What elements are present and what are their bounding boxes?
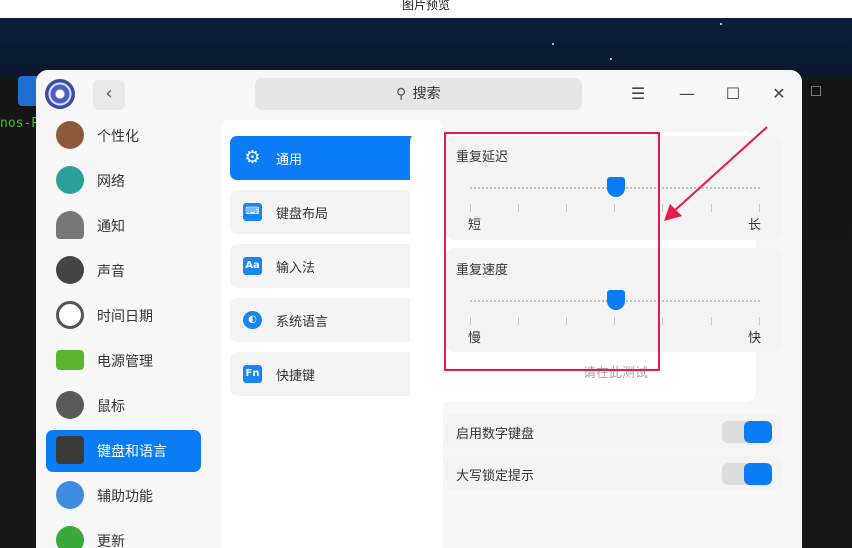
- sidebar-item-label: 电源管理: [97, 354, 153, 370]
- submenu-item-label: 键盘布局: [276, 207, 329, 222]
- annotation-highlight-box: [444, 132, 660, 371]
- numlock-row: 启用数字键盘: [446, 414, 782, 448]
- sidebar-item-label: 通知: [97, 219, 125, 235]
- capslock-toggle[interactable]: [722, 463, 772, 485]
- viewer-title: 图片预览: [0, 0, 852, 18]
- menu-button[interactable]: ☰: [627, 83, 649, 105]
- submenu-item-shortcuts[interactable]: Fn 快捷键: [230, 352, 425, 396]
- mouse-icon: [56, 391, 84, 419]
- network-icon: [56, 166, 84, 194]
- slider-tick: [759, 204, 760, 212]
- submenu-item-label: 快捷键: [276, 369, 316, 384]
- slider-tick: [711, 204, 712, 212]
- sidebar-item-label: 键盘和语言: [97, 444, 167, 460]
- keyboard-icon: [56, 436, 84, 464]
- submenu-item-system-language[interactable]: ◐ 系统语言: [230, 298, 425, 342]
- search-placeholder: 搜索: [412, 86, 441, 102]
- shortcut-icon: Fn: [243, 365, 262, 383]
- sidebar-item-label: 声音: [97, 264, 125, 280]
- slider-tick: [662, 204, 663, 212]
- sidebar-item-accessibility[interactable]: 辅助功能: [46, 475, 201, 517]
- submenu-item-general[interactable]: ⚙ 通用: [230, 136, 425, 180]
- numlock-label: 启用数字键盘: [456, 427, 535, 442]
- slider-tick: [662, 317, 663, 325]
- sidebar-item-sound[interactable]: 声音: [46, 250, 201, 292]
- search-input[interactable]: ⚲ 搜索: [255, 78, 582, 110]
- back-button[interactable]: ‹: [93, 80, 125, 110]
- bell-icon: [56, 211, 84, 239]
- input-method-icon: Aa: [243, 257, 262, 275]
- palette-icon: [56, 121, 84, 149]
- repeat-delay-max-label: 长: [748, 218, 762, 233]
- control-center-app-icon: [45, 79, 75, 109]
- accessibility-icon: [56, 481, 84, 509]
- update-icon: [56, 526, 84, 548]
- gear-icon: ⚙: [244, 147, 261, 168]
- sidebar-item-update[interactable]: 更新: [46, 520, 201, 548]
- slider-tick: [759, 317, 760, 325]
- sidebar-item-label: 时间日期: [97, 309, 153, 325]
- slider-tick: [711, 317, 712, 325]
- sidebar-item-label: 鼠标: [97, 399, 125, 415]
- sidebar-item-mouse[interactable]: 鼠标: [46, 385, 201, 427]
- star: [610, 58, 612, 60]
- sidebar-item-notification[interactable]: 通知: [46, 205, 201, 247]
- sidebar-item-power[interactable]: 电源管理: [46, 340, 201, 382]
- submenu-item-label: 系统语言: [276, 315, 329, 330]
- submenu-item-label: 通用: [276, 153, 303, 168]
- background-window-icon: [811, 86, 821, 96]
- toggle-knob: [744, 463, 772, 485]
- sidebar-item-label: 更新: [97, 534, 125, 548]
- minimize-button[interactable]: —: [676, 83, 698, 105]
- sidebar: 个性化 网络 通知 声音 时间日期 电源管理 鼠标 键盘和语言 辅助功能 更新: [36, 120, 212, 548]
- maximize-button[interactable]: ☐: [722, 83, 744, 105]
- submenu-item-keyboard-layout[interactable]: ⌨ 键盘布局: [230, 190, 425, 234]
- sidebar-item-keyboard-language[interactable]: 键盘和语言: [46, 430, 201, 472]
- terminal-text: nos-P: [0, 116, 40, 131]
- sidebar-item-datetime[interactable]: 时间日期: [46, 295, 201, 337]
- sidebar-item-label: 个性化: [97, 129, 139, 145]
- submenu-item-input-method[interactable]: Aa 输入法: [230, 244, 425, 288]
- titlebar: ‹ ⚲ 搜索 ☰ — ☐ ✕: [36, 70, 802, 120]
- sidebar-item-label: 网络: [97, 174, 125, 190]
- star: [720, 23, 722, 25]
- toggle-knob: [744, 421, 772, 443]
- numlock-toggle[interactable]: [722, 421, 772, 443]
- capslock-label: 大写锁定提示: [456, 469, 535, 484]
- sidebar-item-network[interactable]: 网络: [46, 160, 201, 202]
- battery-icon: [56, 350, 84, 370]
- sidebar-item-label: 辅助功能: [97, 489, 153, 505]
- clock-icon: [56, 301, 84, 329]
- globe-icon: ◐: [243, 311, 262, 329]
- keyboard-layout-icon: ⌨: [243, 203, 262, 221]
- close-button[interactable]: ✕: [768, 83, 790, 105]
- repeat-speed-max-label: 快: [748, 331, 762, 346]
- submenu-item-label: 输入法: [276, 261, 316, 276]
- sidebar-item-personalization[interactable]: 个性化: [46, 115, 201, 157]
- speaker-icon: [56, 256, 84, 284]
- search-icon: ⚲: [396, 86, 407, 102]
- capslock-row: 大写锁定提示: [446, 456, 782, 490]
- star: [552, 43, 554, 45]
